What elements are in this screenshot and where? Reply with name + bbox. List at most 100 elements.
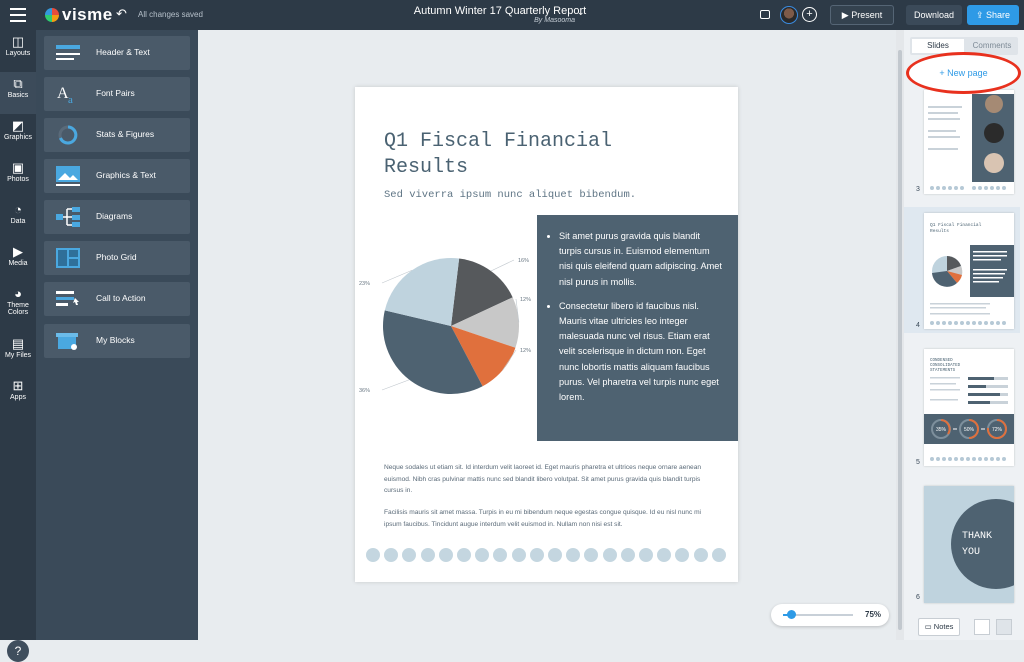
block-photo-grid[interactable]: Photo Grid <box>44 241 190 275</box>
rail-item-basics[interactable]: ⧉ Basics <box>0 72 36 114</box>
rail-item-data[interactable]: ◔ Data <box>0 198 36 240</box>
tab-slides[interactable]: Slides <box>912 39 964 53</box>
zoom-slider-handle[interactable] <box>787 610 796 619</box>
notes-button[interactable]: ▭ Notes <box>918 618 960 636</box>
slide-preview <box>928 94 1014 190</box>
new-page-button[interactable]: + New page <box>906 52 1021 94</box>
comment-icon[interactable] <box>760 10 770 19</box>
rail-label: Photos <box>7 176 29 183</box>
slide-thumbnail-5[interactable]: CONDENSED CONSOLIDATED STATEMENTS 35% 50… <box>924 349 1014 466</box>
block-font-pairs[interactable]: Aa Font Pairs <box>44 77 190 111</box>
block-header-text[interactable]: Header & Text <box>44 36 190 70</box>
decorative-dot <box>711 548 726 562</box>
document-page[interactable]: Q1 Fiscal Financial Results Sed viverra … <box>355 87 738 582</box>
thumb-thank-you: THANK YOU <box>962 531 993 558</box>
thumb-stat: 72% <box>992 427 1003 433</box>
pie-data-label: 12% <box>520 348 531 354</box>
rail-label: Media <box>8 260 28 267</box>
apps-icon: ⊞ <box>12 378 24 393</box>
pie-data-label: 16% <box>518 258 529 264</box>
block-label: Font Pairs <box>96 88 135 98</box>
decorative-dot <box>511 548 526 562</box>
save-status: All changes saved <box>138 10 203 19</box>
top-bar: visme ↶ All changes saved Autumn Winter … <box>0 0 1024 30</box>
diagram-icon <box>56 207 80 227</box>
block-label: Graphics & Text <box>96 170 156 180</box>
decorative-dot <box>420 548 435 562</box>
decorative-dot <box>475 548 490 562</box>
block-call-to-action[interactable]: Call to Action <box>44 282 190 316</box>
blocks-panel: Header & Text Aa Font Pairs Stats & Figu… <box>36 30 198 640</box>
slide-preview: 35% 50% 72% <box>924 377 1014 461</box>
block-label: Header & Text <box>96 47 150 57</box>
rail-item-photos[interactable]: ▣ Photos <box>0 156 36 198</box>
add-collaborator-icon[interactable]: + <box>802 7 817 22</box>
decorative-dot <box>657 548 672 562</box>
document-author: By Masooma <box>534 17 575 24</box>
folder-icon: ▤ <box>11 336 25 351</box>
decorative-dot <box>566 548 581 562</box>
pie-data-label: 23% <box>359 281 370 287</box>
body-paragraph[interactable]: Neque sodales ut etiam sit. Id interdum … <box>384 462 704 497</box>
decorative-dot <box>457 548 472 562</box>
bullet-box[interactable]: Sit amet purus gravida quis blandit turp… <box>537 215 738 441</box>
body-paragraph[interactable]: Facilisis mauris sit amet massa. Turpis … <box>384 507 704 530</box>
block-diagrams[interactable]: Diagrams <box>44 200 190 234</box>
list-view-icon[interactable] <box>996 619 1012 635</box>
graphics-icon: ◩ <box>11 118 25 133</box>
undo-icon[interactable]: ↶ <box>116 6 127 22</box>
decorative-dot <box>384 548 399 562</box>
block-label: Call to Action <box>96 293 146 303</box>
page-title[interactable]: Q1 Fiscal Financial Results <box>384 129 674 181</box>
decorative-dot <box>584 548 599 562</box>
chevron-down-icon[interactable]: ⌄ <box>577 7 585 18</box>
rail-item-my-files[interactable]: ▤ My Files <box>0 332 36 374</box>
slide-thumbnail-4[interactable]: Q1 Fiscal Financial Results <box>924 213 1014 329</box>
block-my-blocks[interactable]: My Blocks <box>44 324 190 358</box>
slide-thumbnail-3[interactable] <box>924 90 1014 194</box>
thumb-stat: 35% <box>936 427 947 433</box>
slide-number: 3 <box>916 186 920 193</box>
pie-data-label: 36% <box>359 388 370 394</box>
rail-label: Theme Colors <box>7 302 29 316</box>
pie-chart[interactable]: 16% 12% 12% 36% 23% <box>355 249 537 399</box>
page-subtitle[interactable]: Sed viverra ipsum nunc aliquet bibendum. <box>384 189 636 201</box>
block-graphics-text[interactable]: Graphics & Text <box>44 159 190 193</box>
decorative-dot <box>675 548 690 562</box>
svg-text:a: a <box>68 94 73 104</box>
scroll-thumb[interactable] <box>898 50 902 630</box>
present-button[interactable]: ▶ Present <box>830 5 894 25</box>
download-button[interactable]: Download <box>906 5 962 25</box>
menu-icon[interactable] <box>10 8 26 22</box>
rail-item-apps[interactable]: ⊞ Apps <box>0 374 36 416</box>
help-button[interactable]: ? <box>7 640 29 662</box>
decorative-dot <box>620 548 635 562</box>
block-label: Stats & Figures <box>96 129 155 139</box>
font-pairs-icon: Aa <box>57 85 73 104</box>
rail-label: Apps <box>10 394 26 401</box>
block-stats-figures[interactable]: Stats & Figures <box>44 118 190 152</box>
rail-label: Layouts <box>5 50 31 57</box>
logo-mark <box>45 8 59 22</box>
avatar[interactable] <box>780 6 798 24</box>
rail-item-media[interactable]: ▶ Media <box>0 240 36 282</box>
visme-logo[interactable]: visme <box>45 5 113 25</box>
rail-item-layouts[interactable]: ◫ Layouts <box>0 30 36 72</box>
share-button[interactable]: ⇪ Share <box>967 5 1019 25</box>
grid-view-icon[interactable] <box>974 619 990 635</box>
rail-label: Graphics <box>3 134 32 141</box>
tab-comments[interactable]: Comments <box>968 39 1016 53</box>
left-rail: ◫ Layouts ⧉ Basics ◩ Graphics ▣ Photos ◔ Data… <box>0 30 36 662</box>
rail-item-graphics[interactable]: ◩ Graphics <box>0 114 36 156</box>
decorative-dot <box>493 548 508 562</box>
dot-pattern <box>366 548 726 564</box>
decorative-dot <box>529 548 544 562</box>
slide-thumbnail-6[interactable]: THANK YOU <box>924 486 1014 603</box>
stats-icon <box>58 125 78 145</box>
canvas-scrollbar[interactable] <box>896 30 904 640</box>
data-icon: ◔ <box>14 202 22 217</box>
rail-item-theme-colors[interactable]: ◕ Theme Colors <box>0 282 36 332</box>
decorative-dot <box>602 548 617 562</box>
block-label: My Blocks <box>96 335 135 345</box>
basics-icon: ⧉ <box>13 76 23 91</box>
